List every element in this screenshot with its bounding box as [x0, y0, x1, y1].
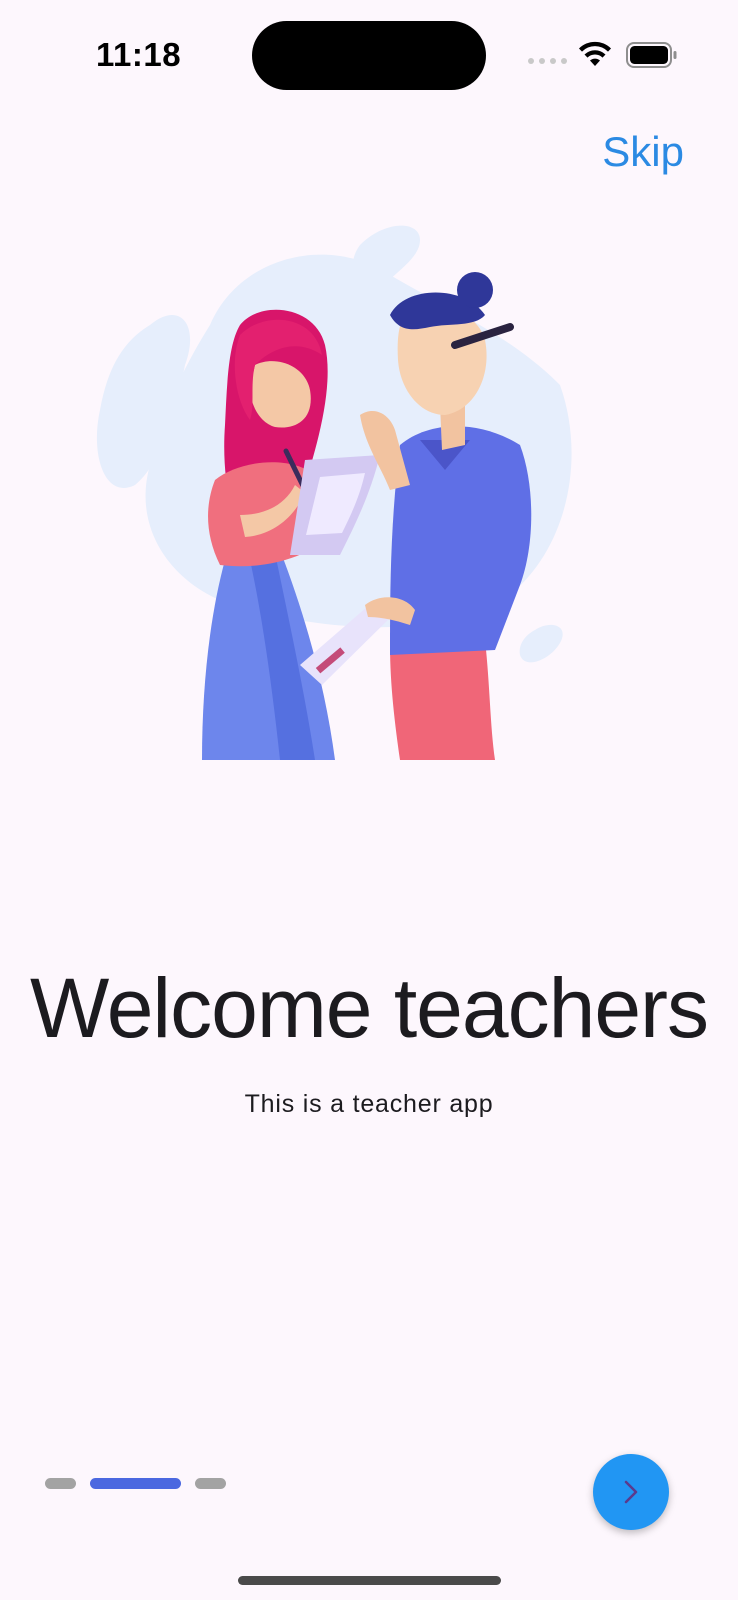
- chevron-right-icon: [624, 1480, 638, 1504]
- skip-button[interactable]: Skip: [602, 128, 684, 176]
- page-indicator: [45, 1478, 226, 1489]
- wifi-icon: [579, 41, 611, 66]
- status-time: 11:18: [96, 36, 182, 73]
- welcome-title: Welcome teachers: [29, 961, 709, 1055]
- onboarding-screen: 11:18 Skip Welcome teachers This is a te…: [0, 0, 738, 1600]
- page-dot-2-active[interactable]: [90, 1478, 181, 1489]
- cellular-signal-icon: [528, 58, 567, 64]
- dynamic-island: [252, 21, 486, 90]
- next-button[interactable]: [593, 1454, 669, 1530]
- page-dot-3[interactable]: [195, 1478, 226, 1489]
- welcome-subtitle: This is a teacher app: [244, 1090, 494, 1118]
- teachers-illustration: [96, 225, 572, 760]
- battery-icon: [626, 42, 677, 68]
- home-indicator[interactable]: [238, 1576, 501, 1585]
- page-dot-1[interactable]: [45, 1478, 76, 1489]
